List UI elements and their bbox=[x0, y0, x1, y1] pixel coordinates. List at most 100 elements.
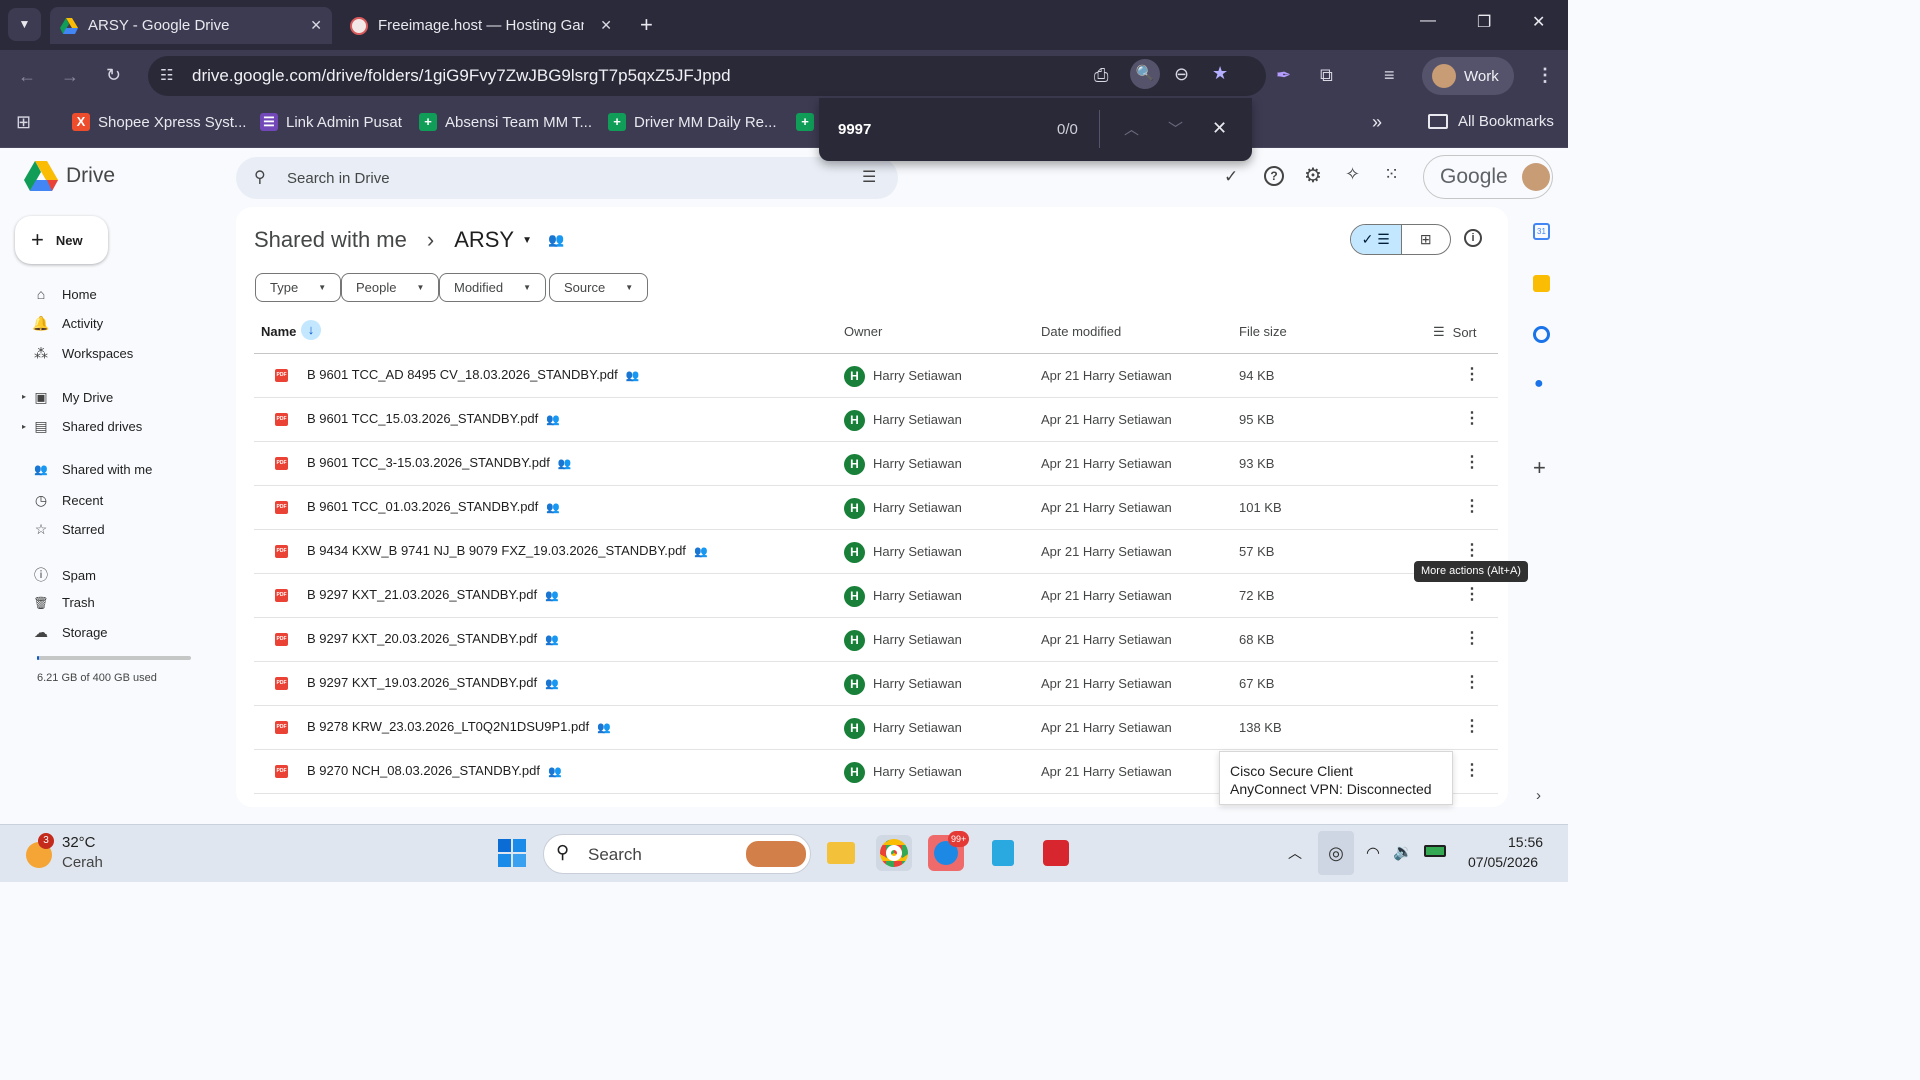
expand-arrow-icon[interactable]: ▸ bbox=[22, 422, 26, 431]
filter-source[interactable]: Source ▼ bbox=[549, 273, 649, 302]
keep-icon[interactable] bbox=[1533, 275, 1550, 292]
more-actions-icon[interactable]: ⋮ bbox=[1464, 452, 1480, 472]
column-header-file-size[interactable]: File size bbox=[1239, 324, 1287, 339]
find-input[interactable]: 9997 bbox=[838, 121, 871, 138]
sidebar-item-spam[interactable]: ⓘ Spam bbox=[32, 565, 96, 585]
install-app-icon[interactable]: ⎙ bbox=[1094, 65, 1108, 86]
breadcrumb-current[interactable]: ARSY bbox=[454, 227, 514, 253]
profile-button[interactable]: Work bbox=[1422, 57, 1514, 95]
more-actions-icon[interactable]: ⋮ bbox=[1464, 584, 1480, 604]
search-options-icon[interactable]: ☰ bbox=[862, 167, 876, 187]
sort-button[interactable]: ☰ Sort bbox=[1433, 324, 1477, 340]
bookmark-item[interactable]: ☰ Link Admin Pusat bbox=[260, 113, 402, 131]
details-info-icon[interactable]: i bbox=[1464, 229, 1482, 247]
zoom-icon[interactable]: ⊖ bbox=[1174, 64, 1189, 85]
site-info-icon[interactable]: ☷ bbox=[160, 66, 173, 84]
tab-freeimage[interactable]: Freeimage.host — Hosting Gan ✕ bbox=[340, 7, 622, 44]
minimize-icon[interactable]: — bbox=[1420, 12, 1436, 30]
search-input[interactable]: Search in Drive bbox=[287, 170, 390, 187]
sidebar-item-workspaces[interactable]: ⁂ Workspaces bbox=[32, 345, 133, 362]
clock-date[interactable]: 07/05/2026 bbox=[1468, 854, 1538, 870]
filter-modified[interactable]: Modified ▼ bbox=[439, 273, 547, 302]
sidebar-item-starred[interactable]: ☆ Starred bbox=[32, 521, 105, 538]
vpn-notification[interactable]: Cisco Secure Client AnyConnect VPN: Disc… bbox=[1219, 751, 1453, 805]
more-actions-icon[interactable]: ⋮ bbox=[1464, 716, 1480, 736]
sidebar-item-shared-with-me[interactable]: 👥 Shared with me bbox=[32, 462, 152, 477]
search-bar[interactable]: ⚲ Search in Drive ☰ bbox=[236, 157, 898, 199]
bookmarks-overflow-button[interactable]: » bbox=[1372, 112, 1382, 133]
file-name[interactable]: B 9601 TCC_01.03.2026_STANDBY.pdf 👥 bbox=[307, 499, 560, 514]
table-row[interactable]: PDF B 9278 KRW_23.03.2026_LT0Q2N1DSU9P1.p… bbox=[254, 706, 1498, 750]
clock-time[interactable]: 15:56 bbox=[1508, 834, 1543, 850]
caret-down-icon[interactable]: ▼ bbox=[522, 235, 532, 246]
sidebar-item-storage[interactable]: ☁ Storage bbox=[32, 624, 108, 641]
people-icon[interactable]: 👥 bbox=[548, 232, 564, 248]
wifi-icon[interactable]: ◠ bbox=[1366, 843, 1380, 863]
contacts-icon[interactable]: ● bbox=[1534, 375, 1544, 393]
back-icon[interactable]: ← bbox=[18, 66, 36, 87]
bookmark-item[interactable]: X Shopee Xpress Syst... bbox=[72, 113, 246, 131]
more-actions-icon[interactable]: ⋮ bbox=[1464, 672, 1480, 692]
settings-gear-icon[interactable]: ⚙ bbox=[1304, 163, 1322, 188]
tab-search-button[interactable]: ▼ bbox=[8, 8, 41, 41]
file-name[interactable]: B 9601 TCC_AD 8495 CV_18.03.2026_STANDBY… bbox=[307, 367, 639, 382]
more-actions-icon[interactable]: ⋮ bbox=[1464, 628, 1480, 648]
forward-icon[interactable]: → bbox=[61, 66, 79, 87]
battery-icon[interactable] bbox=[1424, 845, 1446, 857]
breadcrumb-root[interactable]: Shared with me bbox=[254, 227, 407, 253]
weather-widget[interactable]: 3 32°C Cerah bbox=[24, 833, 134, 875]
reload-icon[interactable]: ↻ bbox=[106, 65, 121, 86]
all-bookmarks-button[interactable]: All Bookmarks bbox=[1428, 113, 1554, 130]
sort-arrow-icon[interactable]: ↓ bbox=[301, 320, 321, 340]
new-tab-button[interactable]: + bbox=[640, 12, 653, 38]
table-row[interactable]: PDF B 9601 TCC_01.03.2026_STANDBY.pdf 👥 H Ha… bbox=[254, 486, 1498, 530]
grid-view-button[interactable]: ⊞ bbox=[1400, 225, 1451, 254]
account-button[interactable]: Google bbox=[1423, 155, 1553, 199]
file-name[interactable]: B 9297 KXT_21.03.2026_STANDBY.pdf 👥 bbox=[307, 587, 559, 602]
more-actions-icon[interactable]: ⋮ bbox=[1464, 364, 1480, 384]
table-row[interactable]: PDF B 9601 TCC_15.03.2026_STANDBY.pdf 👥 H Ha… bbox=[254, 398, 1498, 442]
bookmark-star-icon[interactable]: ★ bbox=[1212, 63, 1228, 84]
apps-grid-icon[interactable]: ⊞ bbox=[16, 112, 31, 133]
taskbar-search[interactable]: ⚲ Search bbox=[543, 834, 811, 874]
sidebar-item-my-drive[interactable]: ▣ My Drive bbox=[32, 389, 113, 406]
tab-close-icon[interactable]: ✕ bbox=[600, 17, 612, 34]
table-row[interactable]: PDF B 9434 KXW_B 9741 NJ_B 9079 FXZ_19.03… bbox=[254, 530, 1498, 574]
find-next-icon[interactable]: ﹀ bbox=[1168, 118, 1183, 139]
sidebar-item-recent[interactable]: ◷ Recent bbox=[32, 492, 103, 509]
help-icon[interactable]: ? bbox=[1264, 166, 1284, 186]
sidebar-item-home[interactable]: ⌂ Home bbox=[32, 286, 97, 302]
file-name[interactable]: B 9297 KXT_19.03.2026_STANDBY.pdf 👥 bbox=[307, 675, 559, 690]
file-name[interactable]: B 9297 KXT_20.03.2026_STANDBY.pdf 👥 bbox=[307, 631, 559, 646]
tab-drive[interactable]: ARSY - Google Drive ✕ bbox=[50, 7, 332, 44]
calendar-icon[interactable]: 31 bbox=[1533, 223, 1550, 240]
sidebar-item-activity[interactable]: 🔔 Activity bbox=[32, 315, 103, 332]
column-header-name[interactable]: Name bbox=[261, 324, 296, 339]
restore-icon[interactable]: ❐ bbox=[1477, 12, 1491, 32]
more-actions-icon[interactable]: ⋮ bbox=[1464, 408, 1480, 428]
more-actions-icon[interactable]: ⋮ bbox=[1464, 760, 1480, 780]
new-button[interactable]: + New bbox=[15, 216, 108, 264]
offline-status-icon[interactable]: ✓ bbox=[1224, 167, 1238, 187]
drive-logo[interactable]: Drive bbox=[24, 161, 115, 191]
volume-icon[interactable]: 🔉 bbox=[1393, 842, 1413, 862]
gemini-icon[interactable]: ✧ bbox=[1345, 164, 1360, 185]
file-name[interactable]: B 9601 TCC_15.03.2026_STANDBY.pdf 👥 bbox=[307, 411, 560, 426]
feather-extension-icon[interactable]: ✒ bbox=[1276, 65, 1291, 86]
more-actions-icon[interactable]: ⋮ bbox=[1464, 540, 1480, 560]
expand-arrow-icon[interactable]: ▸ bbox=[22, 392, 26, 401]
column-header-owner[interactable]: Owner bbox=[844, 324, 882, 339]
file-explorer-icon[interactable] bbox=[823, 835, 859, 871]
add-addon-icon[interactable]: + bbox=[1533, 455, 1546, 481]
file-name[interactable]: B 9434 KXW_B 9741 NJ_B 9079 FXZ_19.03.20… bbox=[307, 543, 708, 558]
start-button[interactable] bbox=[494, 835, 530, 871]
find-previous-icon[interactable]: ︿ bbox=[1124, 118, 1139, 139]
find-in-page-icon[interactable]: 🔍 bbox=[1130, 59, 1160, 89]
table-row[interactable]: PDF B 9297 KXT_20.03.2026_STANDBY.pdf 👥 H Ha… bbox=[254, 618, 1498, 662]
google-apps-icon[interactable]: ⁙ bbox=[1384, 164, 1399, 185]
file-name[interactable]: B 9601 TCC_3-15.03.2026_STANDBY.pdf 👥 bbox=[307, 455, 572, 470]
sidebar-item-trash[interactable]: 🗑 Trash bbox=[32, 595, 94, 610]
filter-people[interactable]: People ▼ bbox=[341, 273, 440, 302]
extensions-icon[interactable]: ⧉ bbox=[1320, 65, 1333, 86]
notepad-icon[interactable] bbox=[985, 835, 1021, 871]
